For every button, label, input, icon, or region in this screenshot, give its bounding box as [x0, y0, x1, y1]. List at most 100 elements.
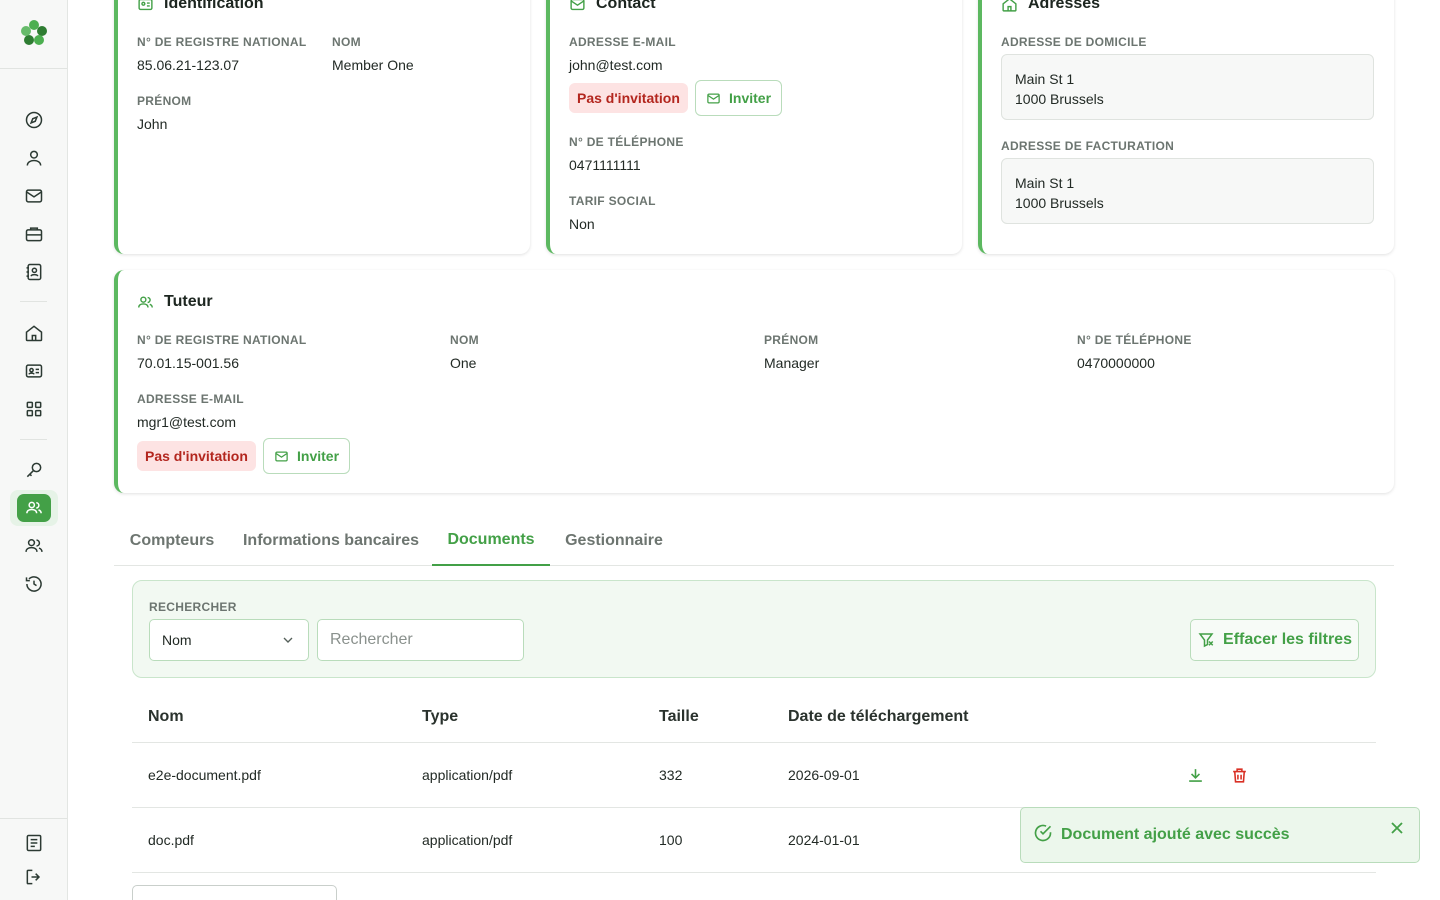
identification-title: Identification	[137, 0, 264, 13]
sidebar-divider	[20, 439, 47, 440]
registry-label: N° de registre national	[137, 35, 307, 49]
social-tariff-value: Non	[569, 216, 595, 232]
guardian-phone-label: N° de téléphone	[1077, 333, 1192, 347]
table-divider	[132, 872, 1376, 873]
sidebar-divider	[20, 301, 47, 302]
addresses-title-text: Adresses	[1028, 0, 1101, 12]
id-card-icon	[138, 0, 153, 10]
email-label: Adresse e-mail	[569, 35, 676, 49]
guardian-phone-value: 0470000000	[1077, 355, 1155, 371]
close-icon[interactable]	[1387, 818, 1407, 838]
home-address-box: Main St 1 1000 Brussels	[1001, 54, 1374, 120]
billing-address-line1: Main St 1	[1015, 175, 1075, 191]
app-logo[interactable]	[19, 18, 49, 48]
home-address-line1: Main St 1	[1015, 71, 1075, 87]
logout-icon[interactable]	[22, 865, 46, 889]
contact-card: Contact Adresse e-mail john@test.com Pas…	[546, 0, 962, 254]
firstname-label: Prénom	[137, 94, 192, 108]
history-icon[interactable]	[22, 572, 46, 596]
search-field-select[interactable]: Nom	[149, 619, 309, 661]
filter-off-icon	[1198, 633, 1214, 648]
mail-icon	[707, 93, 720, 103]
home-address-label: Adresse de domicile	[1001, 35, 1147, 49]
cell-date: 2024-01-01	[788, 832, 860, 848]
column-header-size[interactable]: Taille	[659, 708, 699, 726]
billing-address-box: Main St 1 1000 Brussels	[1001, 158, 1374, 224]
guardian-invite-button-label: Inviter	[297, 448, 340, 464]
guardian-firstname-value: Manager	[764, 355, 820, 371]
guardian-firstname-label: Prénom	[764, 333, 819, 347]
guardian-email-label: Adresse e-mail	[137, 392, 244, 406]
registry-value: 85.06.21-123.07	[137, 57, 239, 73]
compass-icon[interactable]	[22, 108, 46, 132]
search-input[interactable]	[317, 619, 524, 661]
home-icon[interactable]	[22, 321, 46, 345]
phone-label: N° de téléphone	[569, 135, 684, 149]
invitation-status-badge: Pas d'invitation	[569, 83, 688, 113]
briefcase-icon[interactable]	[22, 222, 46, 246]
guardian-lastname-value: One	[450, 355, 477, 371]
mail-icon[interactable]	[22, 184, 46, 208]
guardian-icon	[138, 295, 153, 308]
cell-size: 332	[659, 767, 683, 783]
cell-date: 2026-09-01	[788, 767, 860, 783]
social-tariff-label: Tarif social	[569, 194, 656, 208]
mail-icon	[570, 0, 585, 10]
grid-icon[interactable]	[22, 397, 46, 421]
firstname-value: John	[137, 116, 168, 132]
sidebar-divider	[0, 818, 67, 819]
cell-name: e2e-document.pdf	[148, 767, 261, 783]
tab-meters[interactable]: Compteurs	[114, 516, 230, 566]
guardian-invite-button[interactable]: Inviter	[263, 438, 351, 474]
chevron-down-icon	[283, 637, 293, 643]
toast-message: Document ajouté avec succès	[1061, 826, 1290, 843]
tab-bar: Compteurs Informations bancaires Documen…	[114, 516, 1394, 566]
search-field-selected: Nom	[162, 632, 192, 648]
cell-type: application/pdf	[422, 832, 513, 848]
column-header-type[interactable]: Type	[422, 708, 458, 726]
members-icon[interactable]	[17, 494, 51, 522]
guardian-registry-label: N° de registre national	[137, 333, 307, 347]
contact-title-text: Contact	[596, 0, 656, 12]
billing-address-label: Adresse de facturation	[1001, 139, 1175, 153]
guardian-lastname-label: Nom	[450, 333, 479, 347]
document-icon[interactable]	[22, 831, 46, 855]
search-label: Rechercher	[149, 600, 237, 614]
invite-button[interactable]: Inviter	[695, 80, 783, 116]
group-icon[interactable]	[22, 534, 46, 558]
download-icon[interactable]	[1184, 764, 1206, 786]
clear-filters-label: Effacer les filtres	[1223, 631, 1352, 648]
pagination-control[interactable]	[132, 885, 337, 900]
guardian-card: Tuteur N° de registre national 70.01.15-…	[114, 270, 1394, 493]
user-icon[interactable]	[22, 146, 46, 170]
addresses-card: Adresses Adresse de domicile Main St 1 1…	[978, 0, 1394, 254]
mail-icon	[275, 451, 288, 461]
cell-type: application/pdf	[422, 767, 513, 783]
guardian-registry-value: 70.01.15-001.56	[137, 355, 239, 371]
table-divider	[132, 742, 1376, 743]
tab-bank-info[interactable]: Informations bancaires	[230, 516, 432, 566]
key-icon[interactable]	[22, 458, 46, 482]
invite-button-label: Inviter	[729, 90, 772, 106]
phone-value: 0471111111	[569, 157, 641, 173]
check-circle-icon	[1033, 823, 1053, 848]
column-header-date[interactable]: Date de téléchargement	[788, 708, 969, 726]
billing-address-line2: 1000 Brussels	[1015, 195, 1104, 211]
home-address-line2: 1000 Brussels	[1015, 91, 1104, 107]
id-card-icon[interactable]	[22, 359, 46, 383]
clear-filters-button[interactable]: Effacer les filtres	[1190, 619, 1359, 661]
identification-title-text: Identification	[164, 0, 264, 12]
contact-book-icon[interactable]	[22, 260, 46, 284]
home-icon	[1002, 0, 1017, 12]
tab-manager[interactable]: Gestionnaire	[550, 516, 678, 566]
guardian-invitation-status-badge: Pas d'invitation	[137, 441, 256, 471]
column-header-name[interactable]: Nom	[148, 708, 184, 726]
addresses-title: Adresses	[1001, 0, 1100, 13]
guardian-email-value: mgr1@test.com	[137, 414, 237, 430]
sidebar	[0, 0, 68, 900]
guardian-title-text: Tuteur	[164, 293, 213, 310]
sidebar-divider	[0, 68, 67, 69]
tab-documents[interactable]: Documents	[432, 516, 550, 566]
trash-icon[interactable]	[1228, 764, 1250, 786]
success-toast: Document ajouté avec succès	[1020, 807, 1420, 863]
